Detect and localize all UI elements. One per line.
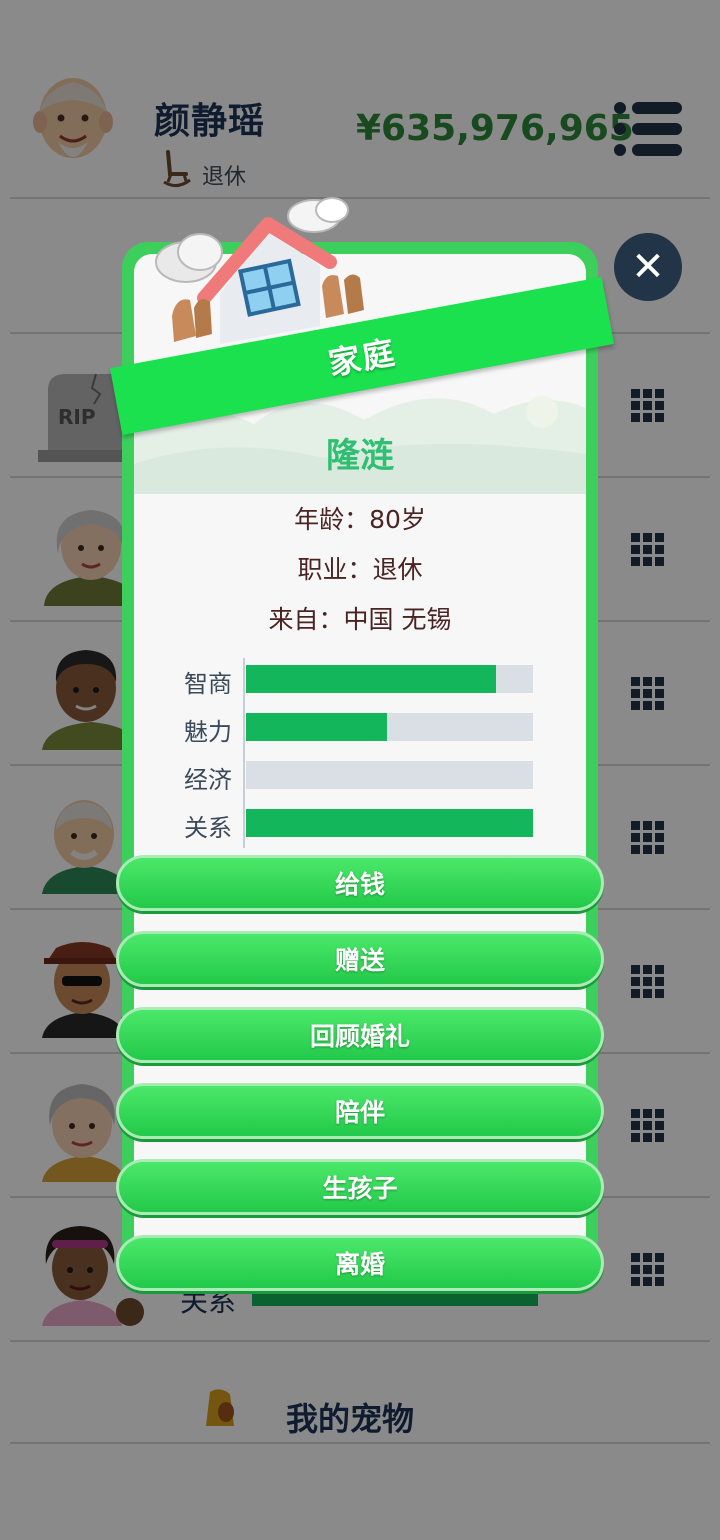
stat-bar-economy [246,761,533,789]
close-icon: ✕ [631,244,665,290]
accompany-label: 陪伴 [334,1098,385,1127]
stat-label-economy: 经济 [184,766,232,794]
dialog-title: 家庭 [325,333,400,383]
spouse-job: 职业：退休 [297,555,423,584]
have-child-button[interactable]: 生孩子 [116,1159,604,1215]
stat-bar-relationship [246,809,533,837]
accompany-button[interactable]: 陪伴 [116,1083,604,1139]
stat-label-charm: 魅力 [184,718,232,746]
stat-fill-charm [246,713,387,741]
spouse-origin: 来自：中国 无锡 [268,605,452,634]
review-wedding-button[interactable]: 回顾婚礼 [116,1007,604,1063]
stat-fill-iq [246,665,496,693]
stat-label-relationship: 关系 [184,814,232,842]
spouse-name: 隆涟 [326,436,394,476]
have-child-label: 生孩子 [322,1174,398,1203]
stat-label-iq: 智商 [184,670,232,698]
stat-fill-relationship [246,809,533,837]
close-button[interactable]: ✕ [614,233,682,301]
review-wedding-label: 回顾婚礼 [309,1022,410,1051]
stat-bar-charm [246,713,533,741]
give-money-button[interactable]: 给钱 [116,855,604,911]
spouse-age: 年龄：80岁 [294,505,426,534]
give-money-label: 给钱 [334,870,385,899]
gift-button[interactable]: 赠送 [116,931,604,987]
divorce-label: 离婚 [334,1250,385,1279]
stat-divider [243,658,245,848]
stat-bar-iq [246,665,533,693]
gift-label: 赠送 [334,946,385,975]
divorce-button[interactable]: 离婚 [116,1235,604,1291]
